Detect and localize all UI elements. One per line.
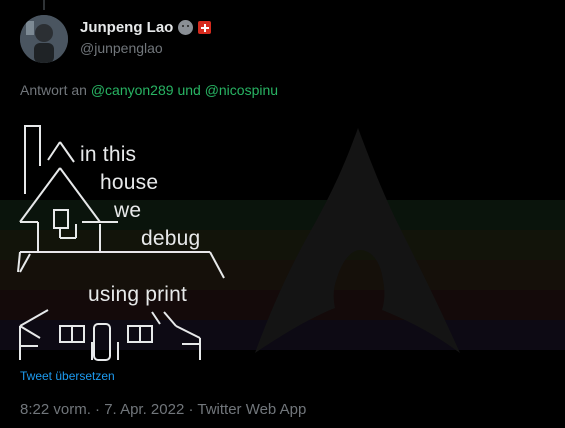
avatar-photo — [20, 15, 68, 63]
tweet-time[interactable]: 8:22 vorm. — [20, 401, 91, 418]
meme-line-3: we — [114, 199, 142, 222]
thread-connector-line — [43, 0, 45, 10]
meta-separator: · — [90, 401, 105, 418]
mention-nicospinu[interactable]: @nicospinu — [205, 82, 278, 98]
tweet-date[interactable]: 7. Apr. 2022 — [104, 401, 184, 418]
meme-line-4: debug — [141, 227, 201, 250]
reply-connector: und — [177, 82, 201, 98]
translate-tweet-link[interactable]: Tweet übersetzen — [20, 369, 115, 383]
swiss-flag-icon — [198, 21, 212, 34]
tweet-metadata: 8:22 vorm. · 7. Apr. 2022 · Twitter Web … — [20, 401, 306, 418]
meme-line-1: in this — [80, 143, 137, 166]
meme-line-5: using print — [88, 283, 188, 306]
meme-line-2: house — [100, 171, 159, 194]
author-display-name[interactable]: Junpeng Lao — [80, 19, 173, 36]
author-handle[interactable]: @junpenglao — [80, 40, 163, 56]
arch-linux-logo-icon — [255, 128, 460, 353]
avatar[interactable] — [20, 15, 68, 63]
neutral-face-emoji-icon — [178, 20, 194, 35]
reply-context: Antwort an @canyon289 und @nicospinu — [20, 82, 278, 98]
author-name-row: Junpeng Lao — [80, 19, 212, 36]
tweet-media-image[interactable]: in this house we debug using print — [0, 112, 565, 367]
tweet-source[interactable]: Twitter Web App — [197, 401, 306, 418]
mention-canyon289[interactable]: @canyon289 — [91, 82, 174, 98]
meta-separator: · — [184, 401, 198, 418]
reply-prefix: Antwort an — [20, 82, 87, 98]
